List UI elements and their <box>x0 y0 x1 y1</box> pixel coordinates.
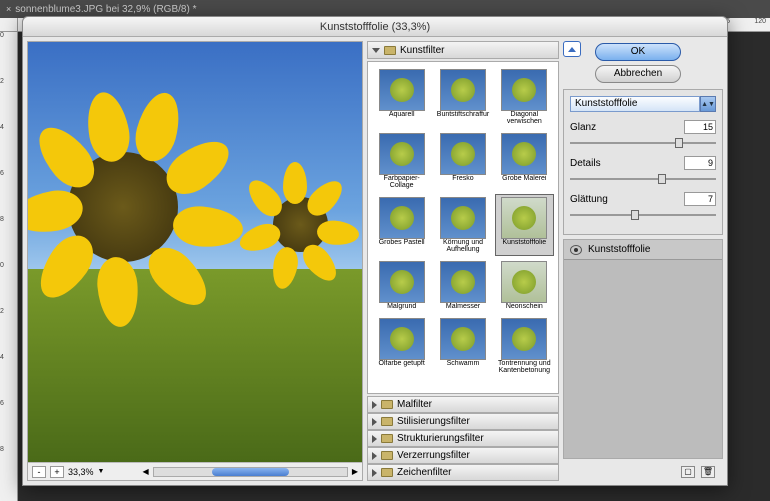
folder-icon <box>381 468 393 477</box>
select-arrow-icon[interactable]: ▲▼ <box>700 96 716 112</box>
thumb-label: Fresko <box>452 175 473 182</box>
folder-icon <box>381 451 393 460</box>
delete-effect-button[interactable]: 🗑 <box>701 466 715 478</box>
chevron-right-icon <box>372 418 377 426</box>
param-slider-glättung[interactable] <box>570 208 716 222</box>
preview-scrollbar[interactable] <box>153 467 348 477</box>
filter-thumb-k-rnung-und-aufhellung[interactable]: Körnung und Aufhellung <box>433 194 492 256</box>
thumb-label: Ölfarbe getupft <box>379 360 425 367</box>
param-input-glättung[interactable] <box>684 192 716 206</box>
category-label: Stilisierungsfilter <box>397 416 470 427</box>
category-header-kunstfilter[interactable]: Kunstfilter <box>367 41 559 59</box>
filter-thumb-diagonal-verwischen[interactable]: Diagonal verwischen <box>495 66 554 128</box>
filter-thumb-aquarell[interactable]: Aquarell <box>372 66 431 128</box>
filter-gallery-dialog: Kunststofffolie (33,3%) <box>22 16 728 486</box>
category-malfilter[interactable]: Malfilter <box>367 396 559 413</box>
thumb-label: Farbpapier-Collage <box>375 175 428 189</box>
effect-layers: Kunststofffolie <box>563 239 723 459</box>
filter-thumb-grobe-malerei[interactable]: Grobe Malerei <box>495 130 554 192</box>
effect-layer-label: Kunststofffolie <box>588 244 650 255</box>
dialog-title: Kunststofffolie (33,3%) <box>23 17 727 37</box>
scroll-right-icon[interactable]: ▶ <box>352 467 358 476</box>
folder-icon <box>381 417 393 426</box>
thumb-label: Neonschein <box>506 303 543 310</box>
filter-thumb-grobes-pastell[interactable]: Grobes Pastell <box>372 194 431 256</box>
filter-thumb-buntstiftschraffur[interactable]: Buntstiftschraffur <box>433 66 492 128</box>
ruler-vertical: 0 2 4 6 8 0 2 4 6 8 <box>0 32 18 501</box>
chevron-up-icon <box>568 47 576 52</box>
filter-thumb-neonschein[interactable]: Neonschein <box>495 258 554 313</box>
collapse-button[interactable] <box>563 41 581 57</box>
chevron-right-icon <box>372 452 377 460</box>
effect-layer-row[interactable]: Kunststofffolie <box>564 240 722 260</box>
zoom-level: 33,3% <box>68 467 94 477</box>
thumb-label: Malmesser <box>446 303 480 310</box>
thumb-label: Grobes Pastell <box>379 239 425 246</box>
filter-thumb-schwamm[interactable]: Schwamm <box>433 315 492 377</box>
close-icon[interactable]: × <box>6 4 11 14</box>
param-label: Glättung <box>570 194 684 205</box>
filter-thumb--lfarbe-getupft[interactable]: Ölfarbe getupft <box>372 315 431 377</box>
document-title: sonnenblume3.JPG bei 32,9% (RGB/8) * <box>15 4 196 15</box>
thumb-label: Tontrennung und Kantenbetonung <box>498 360 551 374</box>
thumb-label: Diagonal verwischen <box>498 111 551 125</box>
visibility-icon[interactable] <box>570 245 582 255</box>
param-slider-details[interactable] <box>570 172 716 186</box>
category-stilisierungsfilter[interactable]: Stilisierungsfilter <box>367 413 559 430</box>
category-label: Malfilter <box>397 399 432 410</box>
category-label: Strukturierungsfilter <box>397 433 484 444</box>
category-label: Kunstfilter <box>400 45 444 56</box>
folder-icon <box>384 46 396 55</box>
ok-button[interactable]: OK <box>595 43 681 61</box>
preview-image[interactable] <box>28 42 362 462</box>
thumb-label: Malgrund <box>387 303 416 310</box>
category-label: Zeichenfilter <box>397 467 451 478</box>
expand-icon <box>372 48 380 53</box>
category-verzerrungsfilter[interactable]: Verzerrungsfilter <box>367 447 559 464</box>
chevron-right-icon <box>372 401 377 409</box>
ruler-corner <box>0 18 18 32</box>
chevron-right-icon <box>372 435 377 443</box>
param-label: Details <box>570 158 684 169</box>
param-input-glanz[interactable] <box>684 120 716 134</box>
param-slider-glanz[interactable] <box>570 136 716 150</box>
thumb-label: Kunststofffolie <box>502 239 546 246</box>
category-strukturierungsfilter[interactable]: Strukturierungsfilter <box>367 430 559 447</box>
filter-thumb-malmesser[interactable]: Malmesser <box>433 258 492 313</box>
filter-list-pane: Kunstfilter Aquarell Buntstiftschraffur Di… <box>367 41 559 481</box>
settings-pane: OK Abbrechen Kunststofffolie ▲▼ Glanz Det… <box>563 41 723 481</box>
filter-thumb-kunststofffolie[interactable]: Kunststofffolie <box>495 194 554 256</box>
zoom-out-button[interactable]: - <box>32 466 46 478</box>
preview-pane: - + 33,3% ▼ ◀ ▶ <box>27 41 363 481</box>
filter-thumb-tontrennung-und-kantenbetonung[interactable]: Tontrennung und Kantenbetonung <box>495 315 554 377</box>
new-effect-button[interactable]: ▢ <box>681 466 695 478</box>
param-label: Glanz <box>570 122 684 133</box>
thumb-label: Buntstiftschraffur <box>437 111 489 118</box>
scroll-left-icon[interactable]: ◀ <box>142 467 148 476</box>
filter-select[interactable]: Kunststofffolie <box>570 96 700 112</box>
filter-thumb-malgrund[interactable]: Malgrund <box>372 258 431 313</box>
cancel-button[interactable]: Abbrechen <box>595 65 681 83</box>
thumb-label: Schwamm <box>447 360 480 367</box>
param-input-details[interactable] <box>684 156 716 170</box>
filter-thumbnails: Aquarell Buntstiftschraffur Diagonal verwi… <box>367 61 559 394</box>
zoom-in-button[interactable]: + <box>50 466 64 478</box>
chevron-right-icon <box>372 469 377 477</box>
filter-thumb-farbpapier-collage[interactable]: Farbpapier-Collage <box>372 130 431 192</box>
filter-params: Kunststofffolie ▲▼ Glanz Details Glättung <box>563 89 723 235</box>
thumb-label: Aquarell <box>389 111 415 118</box>
folder-icon <box>381 400 393 409</box>
filter-thumb-fresko[interactable]: Fresko <box>433 130 492 192</box>
zoom-dropdown-icon[interactable]: ▼ <box>98 468 105 475</box>
category-zeichenfilter[interactable]: Zeichenfilter <box>367 464 559 481</box>
thumb-label: Grobe Malerei <box>502 175 546 182</box>
thumb-label: Körnung und Aufhellung <box>436 239 489 253</box>
category-label: Verzerrungsfilter <box>397 450 470 461</box>
folder-icon <box>381 434 393 443</box>
